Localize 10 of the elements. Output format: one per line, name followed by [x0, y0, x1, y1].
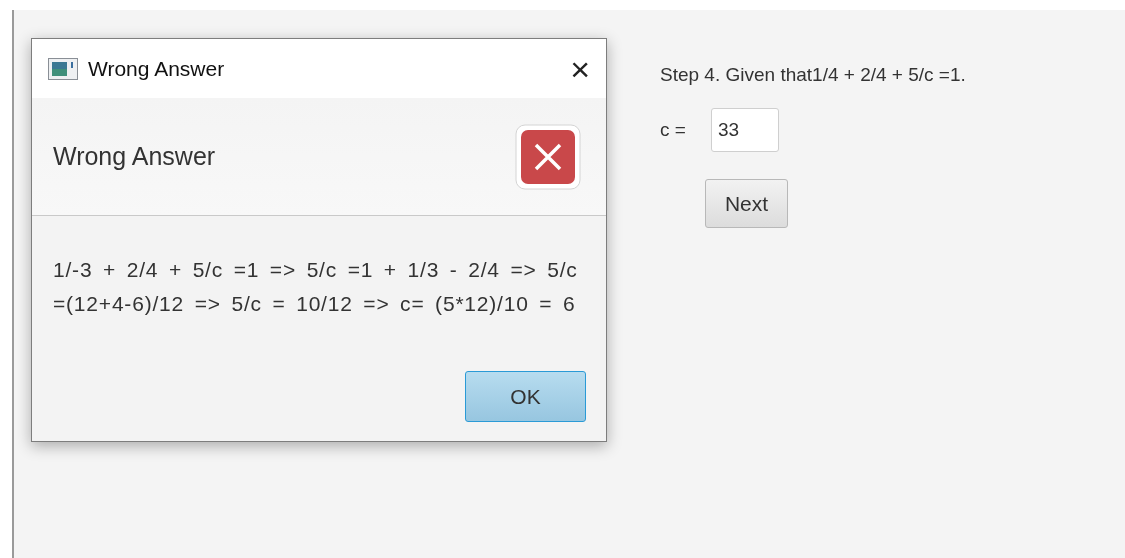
question-text: Step 4. Given that1/4 + 2/4 + 5/c =1. — [660, 64, 966, 86]
field-label: c = — [660, 119, 687, 141]
answer-field[interactable]: 33 — [711, 108, 779, 152]
app-icon — [48, 57, 78, 80]
close-button[interactable]: × — [570, 51, 590, 86]
message-text: 1/-3 + 2/4 + 5/c =1 => 5/c =1 + 1/3 - 2/4 => 5/c =(12+4-6)/12 => 5/c = 10/12 => c= (5*12)/10 = 6 — [53, 257, 579, 317]
next-button[interactable]: Next — [705, 179, 788, 228]
dialog-header: Wrong Answer — [53, 142, 216, 171]
ok-button[interactable]: OK — [465, 371, 586, 422]
window-title: Wrong Answer — [88, 56, 226, 81]
